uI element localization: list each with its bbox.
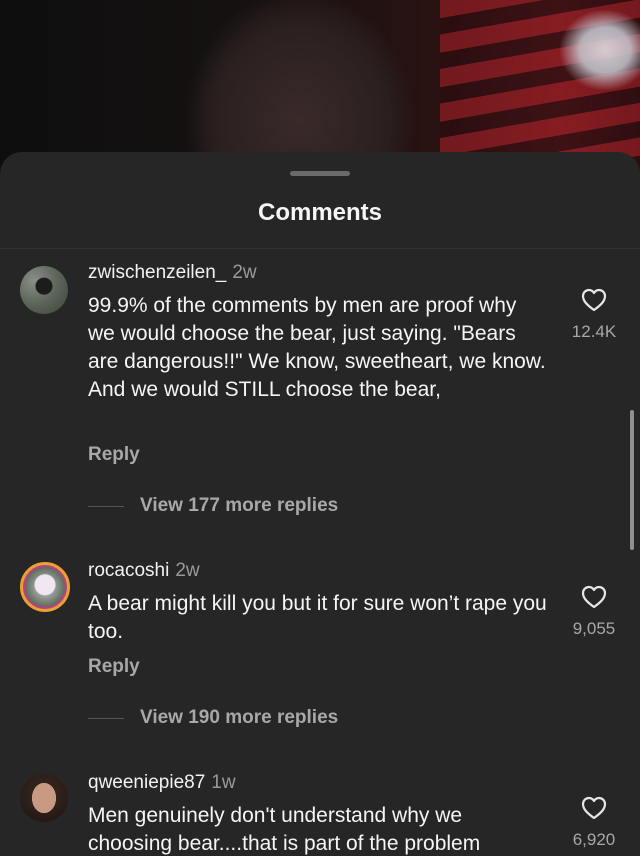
comment-header: zwischenzeilen_ 2w [88, 262, 257, 284]
video-background-glare [560, 10, 640, 90]
title-divider [0, 248, 640, 249]
comment-time: 1w [211, 772, 236, 793]
heart-outline-icon [581, 585, 607, 609]
scrollbar[interactable] [630, 410, 634, 550]
avatar[interactable] [20, 266, 68, 314]
comment-time: 2w [175, 560, 200, 581]
like-count: 9,055 [572, 619, 616, 638]
like-count: 12.4K [571, 322, 617, 341]
comment-time: 2w [232, 262, 257, 283]
view-replies-label: View 177 more replies [140, 495, 339, 516]
comment-header: rocacoshi 2w [88, 560, 200, 582]
screen: Comments zwischenzeilen_ 2w 99.9% of the … [0, 0, 640, 856]
view-replies-button[interactable]: View 177 more replies [88, 494, 338, 518]
comment-header: qweeniepie87 1w [88, 772, 236, 794]
like-button[interactable]: 12.4K [560, 288, 628, 342]
sheet-title: Comments [257, 199, 383, 226]
view-replies-label: View 190 more replies [140, 707, 339, 728]
comment-text: Men genuinely don't understand why we ch… [88, 804, 481, 855]
heart-outline-icon [581, 796, 607, 820]
avatar[interactable] [20, 774, 68, 822]
comments-sheet: Comments zwischenzeilen_ 2w 99.9% of the … [0, 152, 640, 856]
comment-username[interactable]: rocacoshi [88, 560, 169, 581]
replies-line [88, 717, 124, 719]
comment-username[interactable]: zwischenzeilen_ [88, 262, 226, 283]
comment-text: A bear might kill you but it for sure wo… [88, 592, 547, 643]
view-replies-button[interactable]: View 190 more replies [88, 706, 338, 730]
comment-username[interactable]: qweeniepie87 [88, 772, 205, 793]
comment-text: 99.9% of the comments by men are proof w… [88, 294, 546, 401]
heart-outline-icon [581, 288, 607, 312]
sheet-drag-handle[interactable] [290, 171, 350, 176]
avatar[interactable] [20, 562, 70, 612]
like-count: 6,920 [572, 830, 616, 849]
like-button[interactable]: 9,055 [560, 585, 628, 639]
replies-line [88, 505, 124, 507]
reply-button[interactable]: Reply [88, 656, 140, 678]
reply-button[interactable]: Reply [88, 444, 140, 466]
like-button[interactable]: 6,920 [560, 796, 628, 850]
